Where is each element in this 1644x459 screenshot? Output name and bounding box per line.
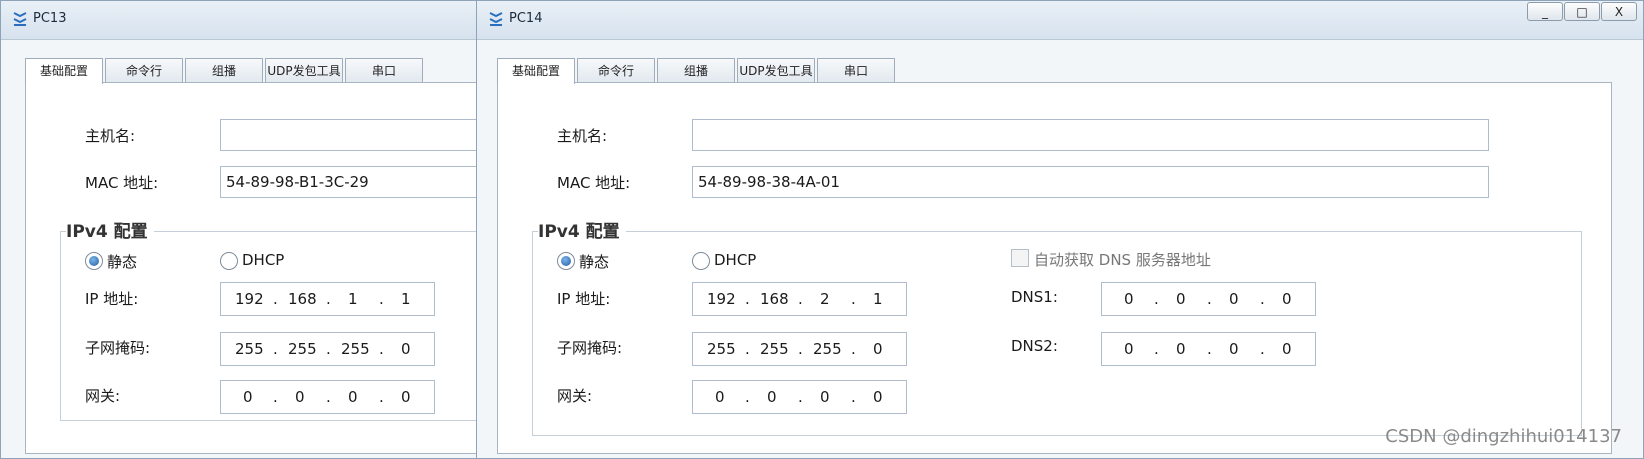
- dns2-octet-4: 0: [1282, 340, 1292, 358]
- gateway-octet-3: 0: [820, 388, 830, 406]
- ip-octet-1: 192: [235, 290, 264, 308]
- tab-basic-config[interactable]: 基础配置: [497, 58, 575, 84]
- ipv4-section-title: IPv4 配置: [538, 217, 626, 242]
- window-title: PC14: [509, 11, 543, 26]
- dns1-octet-4: 0: [1282, 290, 1292, 308]
- mask-input[interactable]: 255 . 255 . 255 . 0: [220, 332, 435, 366]
- dns1-octet-3: 0: [1229, 290, 1239, 308]
- tab-basic-config[interactable]: 基础配置: [25, 58, 103, 84]
- gateway-label: 网关:: [85, 387, 121, 405]
- gateway-octet-1: 0: [715, 388, 725, 406]
- mac-input[interactable]: 54-89-98-B1-3C-29: [220, 166, 477, 198]
- minimize-button[interactable]: _: [1527, 2, 1563, 21]
- tab-command-line[interactable]: 命令行: [577, 58, 655, 83]
- mask-octet-1: 255: [707, 340, 736, 358]
- auto-dns-checkbox[interactable]: [1011, 249, 1029, 267]
- title-bar[interactable]: PC14 _ □ X: [477, 1, 1643, 40]
- maximize-button[interactable]: □: [1564, 2, 1600, 21]
- dhcp-radio[interactable]: [220, 252, 238, 270]
- dns2-input[interactable]: 0 . 0 . 0 . 0: [1101, 332, 1316, 366]
- mask-octet-3: 255: [341, 340, 370, 358]
- mask-octet-4: 0: [401, 340, 411, 358]
- hostname-label: 主机名:: [557, 127, 608, 145]
- dhcp-label: DHCP: [242, 251, 285, 269]
- mask-label: 子网掩码:: [85, 339, 151, 357]
- mask-octet-3: 255: [813, 340, 842, 358]
- window-title: PC13: [33, 11, 67, 26]
- dns1-octet-2: 0: [1176, 290, 1186, 308]
- ip-input[interactable]: 192 . 168 . 2 . 1: [692, 282, 907, 316]
- watermark-text: CSDN @dingzhihui014137: [1385, 426, 1622, 447]
- hostname-input[interactable]: [692, 119, 1489, 151]
- static-radio[interactable]: [557, 252, 575, 270]
- window-pc13[interactable]: PC13 基础配置 命令行 组播 UDP发包工具 串口 主机名: MAC 地址:…: [0, 0, 478, 459]
- auto-dns-label: 自动获取 DNS 服务器地址: [1034, 251, 1211, 269]
- tab-udp-tool[interactable]: UDP发包工具: [737, 58, 815, 83]
- ip-label: IP 地址:: [85, 290, 139, 308]
- tab-multicast[interactable]: 组播: [657, 58, 735, 83]
- dns1-octet-1: 0: [1124, 290, 1134, 308]
- title-bar[interactable]: PC13: [1, 1, 477, 40]
- tab-serial[interactable]: 串口: [817, 58, 895, 83]
- dns2-label: DNS2:: [1011, 337, 1058, 355]
- network-node-icon: [13, 12, 27, 26]
- tab-serial[interactable]: 串口: [345, 58, 423, 83]
- gateway-label: 网关:: [557, 387, 593, 405]
- mask-octet-1: 255: [235, 340, 264, 358]
- gateway-octet-2: 0: [295, 388, 305, 406]
- gateway-octet-4: 0: [873, 388, 883, 406]
- dns1-input[interactable]: 0 . 0 . 0 . 0: [1101, 282, 1316, 316]
- ip-input[interactable]: 192 . 168 . 1 . 1: [220, 282, 435, 316]
- tab-command-line[interactable]: 命令行: [105, 58, 183, 83]
- static-label: 静态: [107, 253, 138, 271]
- ip-label: IP 地址:: [557, 290, 611, 308]
- mask-octet-2: 255: [288, 340, 317, 358]
- gateway-octet-1: 0: [243, 388, 253, 406]
- gateway-octet-2: 0: [767, 388, 777, 406]
- ip-octet-3: 1: [348, 290, 358, 308]
- ip-octet-1: 192: [707, 290, 736, 308]
- network-node-icon: [489, 12, 503, 26]
- window-pc14[interactable]: PC14 _ □ X 基础配置 命令行 组播 UDP发包工具 串口 主机名: M…: [476, 0, 1644, 459]
- hostname-label: 主机名:: [85, 127, 136, 145]
- dns2-octet-1: 0: [1124, 340, 1134, 358]
- dns2-octet-2: 0: [1176, 340, 1186, 358]
- close-button[interactable]: X: [1601, 2, 1637, 21]
- gateway-octet-3: 0: [348, 388, 358, 406]
- ip-octet-2: 168: [288, 290, 317, 308]
- config-panel: 主机名: MAC 地址: 54-89-98-38-4A-01 IPv4 配置 静…: [497, 82, 1612, 454]
- mac-label: MAC 地址:: [85, 174, 159, 192]
- dns2-octet-3: 0: [1229, 340, 1239, 358]
- mask-octet-4: 0: [873, 340, 883, 358]
- gateway-input[interactable]: 0 . 0 . 0 . 0: [220, 380, 435, 414]
- tab-udp-tool[interactable]: UDP发包工具: [265, 58, 343, 83]
- config-panel: 主机名: MAC 地址: 54-89-98-B1-3C-29 IPv4 配置 静…: [25, 82, 477, 454]
- tab-multicast[interactable]: 组播: [185, 58, 263, 83]
- static-radio[interactable]: [85, 252, 103, 270]
- ip-octet-4: 1: [401, 290, 411, 308]
- dhcp-label: DHCP: [714, 251, 757, 269]
- gateway-octet-4: 0: [401, 388, 411, 406]
- static-label: 静态: [579, 253, 610, 271]
- mac-input[interactable]: 54-89-98-38-4A-01: [692, 166, 1489, 198]
- ip-octet-4: 1: [873, 290, 883, 308]
- mask-octet-2: 255: [760, 340, 789, 358]
- ipv4-section-title: IPv4 配置: [66, 217, 154, 242]
- dhcp-radio[interactable]: [692, 252, 710, 270]
- mask-label: 子网掩码:: [557, 339, 623, 357]
- hostname-input[interactable]: [220, 119, 477, 151]
- mac-label: MAC 地址:: [557, 174, 631, 192]
- dns1-label: DNS1:: [1011, 288, 1058, 306]
- mask-input[interactable]: 255 . 255 . 255 . 0: [692, 332, 907, 366]
- gateway-input[interactable]: 0 . 0 . 0 . 0: [692, 380, 907, 414]
- ip-octet-3: 2: [820, 290, 830, 308]
- ip-octet-2: 168: [760, 290, 789, 308]
